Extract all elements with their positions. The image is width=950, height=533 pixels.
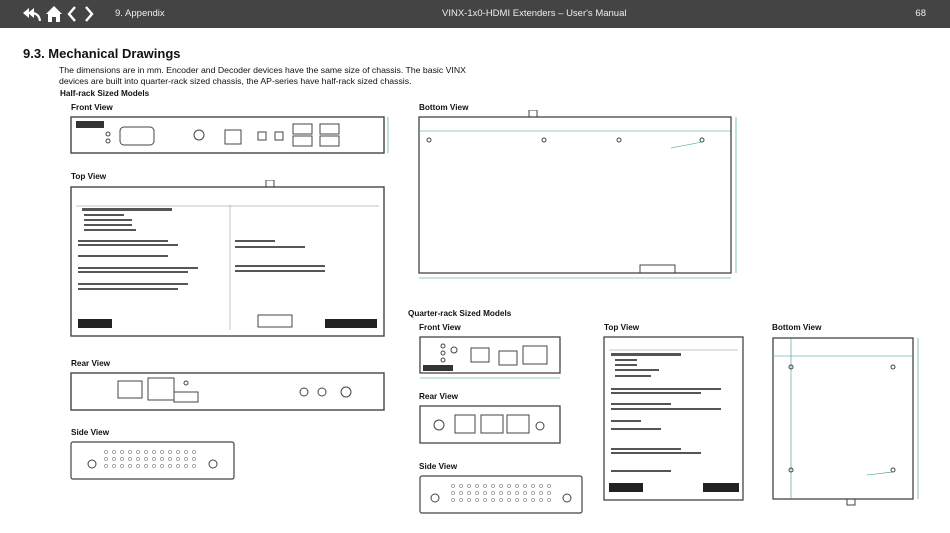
- quarter-bottom-view-label: Bottom View: [772, 323, 822, 332]
- breadcrumb[interactable]: 9. Appendix: [115, 8, 165, 19]
- quarter-bottom-view-drawing: [772, 337, 919, 506]
- half-side-view-drawing: [70, 441, 235, 480]
- quarter-front-view-label: Front View: [419, 323, 461, 332]
- chevron-left-icon[interactable]: [67, 4, 77, 24]
- quarter-top-view-label: Top View: [604, 323, 640, 332]
- quarter-rack-title: Quarter-rack Sized Models: [408, 309, 512, 318]
- top-bar: 9. Appendix VINX-1x0-HDMI Extenders – Us…: [0, 0, 950, 28]
- document-title: VINX-1x0-HDMI Extenders – User's Manual: [442, 8, 627, 19]
- half-front-view-label: Front View: [71, 103, 113, 112]
- half-side-view-label: Side View: [71, 428, 110, 437]
- half-bottom-view-drawing: [418, 110, 737, 279]
- quarter-side-view-drawing: [419, 475, 583, 514]
- half-front-view-drawing: [70, 116, 389, 154]
- page-number: 68: [915, 8, 926, 19]
- half-rear-view-label: Rear View: [71, 359, 110, 368]
- quarter-rear-view-drawing: [419, 405, 561, 444]
- home-icon[interactable]: [45, 4, 63, 24]
- half-rear-view-drawing: [70, 372, 385, 411]
- section-heading: 9.3. Mechanical Drawings: [23, 46, 181, 61]
- quarter-front-view-drawing: [419, 336, 561, 379]
- quarter-side-view-label: Side View: [419, 462, 458, 471]
- quarter-top-view-drawing: [603, 336, 744, 501]
- intro-paragraph: The dimensions are in mm. Encoder and De…: [59, 65, 466, 86]
- undo-icon[interactable]: [22, 4, 42, 24]
- half-rack-title: Half-rack Sized Models: [60, 89, 150, 98]
- half-top-view-drawing: [70, 180, 385, 337]
- quarter-rear-view-label: Rear View: [419, 392, 458, 401]
- chevron-right-icon[interactable]: [84, 4, 94, 24]
